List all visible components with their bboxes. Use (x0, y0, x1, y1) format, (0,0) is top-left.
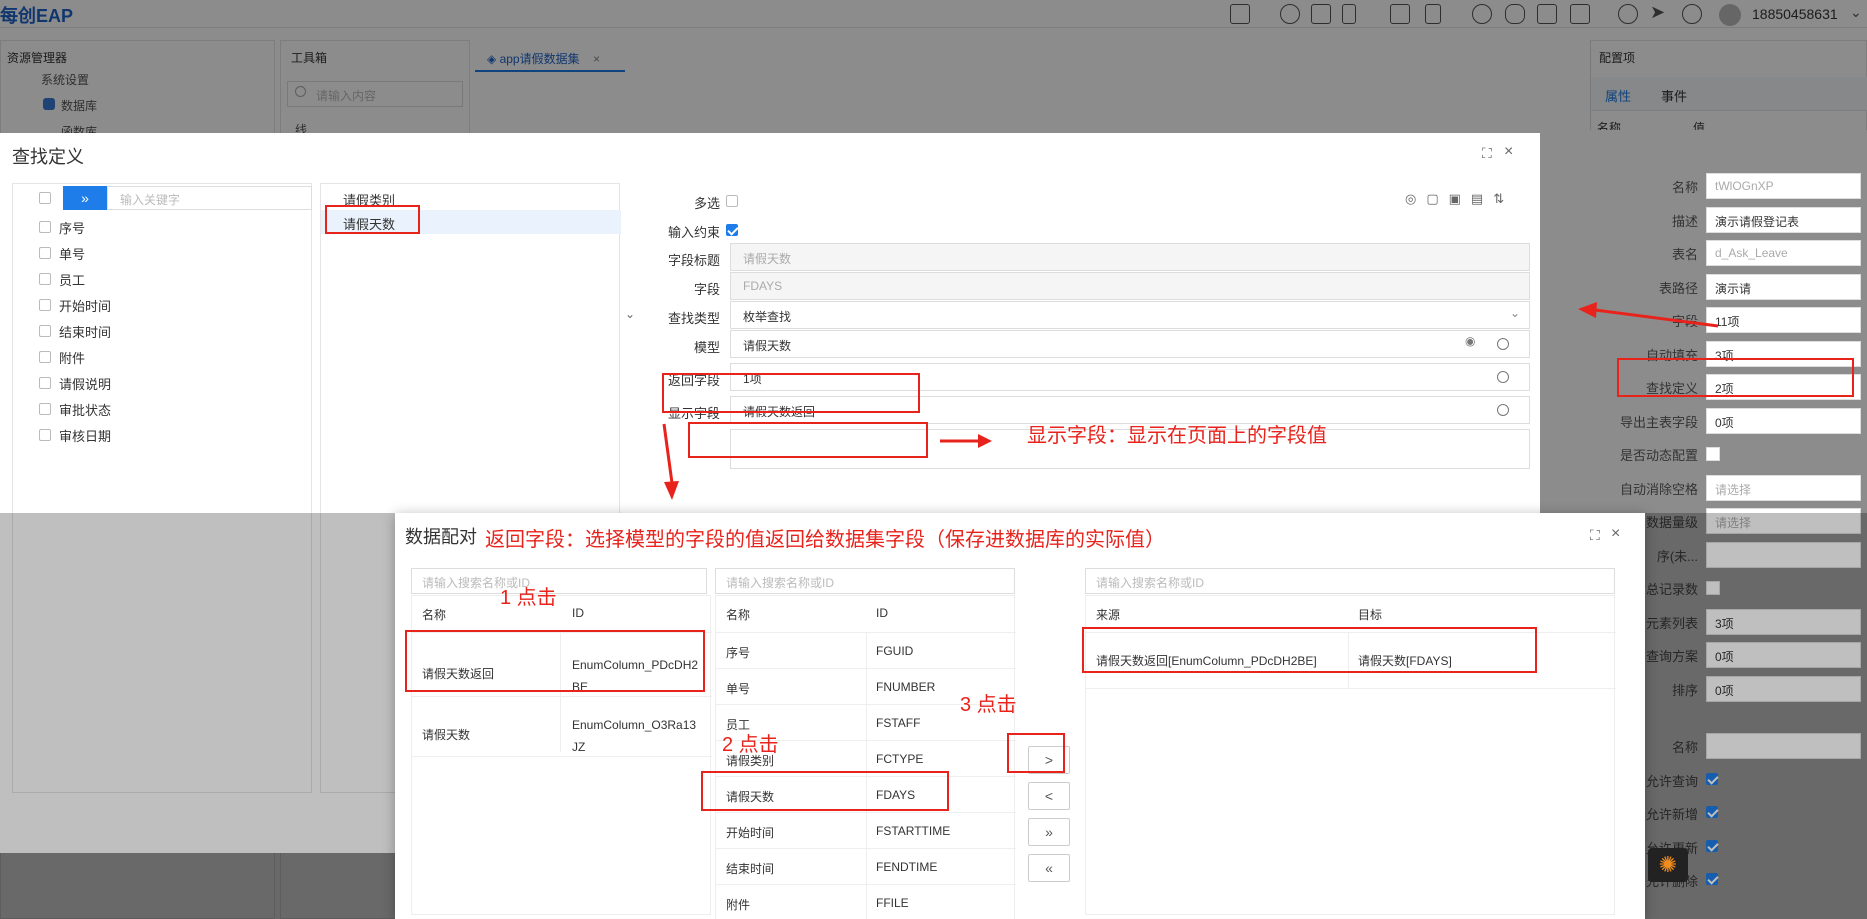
middle-row-id[interactable]: FENDTIME (876, 860, 937, 874)
left-row-id[interactable]: EnumColumn_PDcDH2BE (572, 654, 702, 698)
arrow-return-head (664, 481, 679, 500)
divider (716, 884, 1016, 885)
move-right-button[interactable]: > (1028, 746, 1070, 774)
middle-table: 名称 ID 序号 FGUID 单号 FNUMBER 员工 FSTAFF 请假类别 FCTYPE… (715, 595, 1016, 919)
right-search-input[interactable]: 请输入搜索名称或ID (1085, 568, 1615, 594)
middle-row-name[interactable]: 结束时间 (726, 860, 774, 877)
left-col-id: ID (572, 606, 584, 620)
middle-row-id[interactable]: FSTAFF (876, 716, 920, 730)
right-table: 来源 目标 请假天数返回[EnumColumn_PDcDH2BE] 请假天数[F… (1085, 595, 1616, 915)
middle-row-id[interactable]: FFILE (876, 896, 909, 910)
middle-row-id[interactable]: FDAYS (876, 788, 915, 802)
divider (716, 812, 1016, 813)
move-left-button[interactable]: < (1028, 782, 1070, 810)
middle-row-id[interactable]: FNUMBER (876, 680, 935, 694)
return-annotation: 返回字段：选择模型的字段的值返回给数据集字段（保存进数据库的实际值） (485, 529, 1165, 551)
right-row-target[interactable]: 请假天数[FDAYS] (1358, 652, 1452, 669)
middle-row-id[interactable]: FGUID (876, 644, 913, 658)
middle-row-name[interactable]: 请假天数 (726, 788, 774, 805)
step2-annotation: 2 点击 (722, 734, 779, 756)
left-row-id[interactable]: EnumColumn_O3Ra13JZ (572, 714, 702, 758)
move-all-left-button[interactable]: « (1028, 854, 1070, 882)
divider (1086, 632, 1616, 633)
step3-annotation: 3 点击 (960, 694, 1017, 716)
middle-col-id: ID (876, 606, 888, 620)
divider (412, 696, 712, 697)
arrow-config-head (1578, 302, 1597, 318)
left-row-name[interactable]: 请假天数 (422, 726, 470, 743)
data-match-dialog: 数据配对 返回字段：选择模型的字段的值返回给数据集字段（保存进数据库的实际值） … (395, 513, 1645, 919)
divider (1348, 632, 1349, 688)
middle-col-name: 名称 (726, 608, 751, 622)
move-all-right-button[interactable]: » (1028, 818, 1070, 846)
dialog-title: 数据配对 (405, 527, 477, 547)
right-row-source[interactable]: 请假天数返回[EnumColumn_PDcDH2BE] (1096, 652, 1317, 669)
widget-badge-icon[interactable]: ✺ (1648, 848, 1688, 882)
left-col-name: 名称 (422, 608, 447, 622)
middle-row-name[interactable]: 附件 (726, 896, 750, 913)
middle-row-id[interactable]: FSTARTTIME (876, 824, 950, 838)
left-row-name[interactable]: 请假天数返回 (422, 665, 494, 682)
arrow-display-head (978, 434, 992, 448)
divider (716, 668, 1016, 669)
divider (1086, 688, 1616, 689)
middle-row-id[interactable]: FCTYPE (876, 752, 923, 766)
divider (560, 632, 561, 752)
left-table: 名称 ID 请假天数返回 EnumColumn_PDcDH2BE 请假天数 En… (411, 595, 712, 915)
divider (412, 756, 712, 757)
close-icon[interactable]: × (1611, 525, 1620, 543)
divider (412, 632, 712, 633)
middle-row-name[interactable]: 开始时间 (726, 824, 774, 841)
maximize-icon[interactable]: ⛶ (1590, 527, 1600, 544)
middle-row-name[interactable]: 单号 (726, 680, 750, 697)
arrow-config (1594, 308, 1719, 328)
arrow-return (662, 423, 674, 484)
right-col-target: 目标 (1358, 608, 1383, 622)
divider (716, 776, 1016, 777)
middle-row-name[interactable]: 序号 (726, 644, 750, 661)
right-col-source: 来源 (1096, 608, 1121, 622)
step1-annotation: 1 点击 (500, 587, 557, 609)
divider (716, 848, 1016, 849)
left-search-input[interactable]: 请输入搜索名称或ID (411, 568, 707, 594)
middle-search-input[interactable]: 请输入搜索名称或ID (715, 568, 1015, 594)
